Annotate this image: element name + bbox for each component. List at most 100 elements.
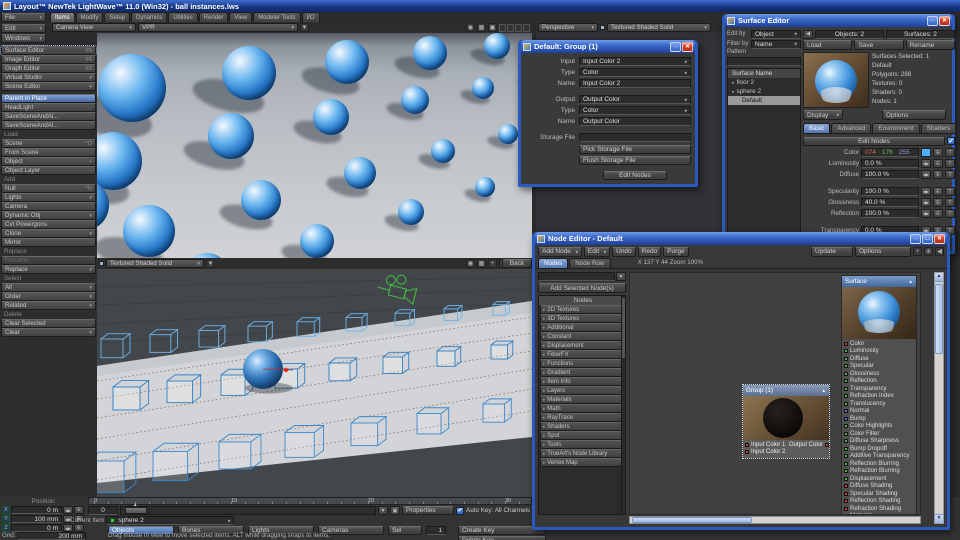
node-category-item[interactable]: Vertex Map	[540, 458, 624, 467]
node-output-connector[interactable]: Output Color	[787, 441, 829, 449]
surface-channel-connector[interactable]: Color	[842, 340, 916, 348]
surface-channel-connector[interactable]: Reflection Shading	[842, 498, 916, 506]
load-button[interactable]: Load	[803, 40, 852, 50]
minimize-icon[interactable]	[910, 234, 921, 244]
sidebar-item[interactable]: Clear Selected	[1, 319, 96, 328]
texture-button[interactable]: T	[945, 209, 955, 218]
pan-icon[interactable]: +	[488, 259, 497, 268]
preset-dropdown[interactable]	[538, 272, 615, 281]
surface-channel-connector[interactable]: Displacement	[842, 475, 916, 483]
surface-list-item[interactable]: Default	[728, 96, 800, 105]
texture-button[interactable]: T	[945, 148, 955, 157]
surface-channel-connector[interactable]: Normal	[842, 408, 916, 416]
sidebar-item[interactable]: Order	[1, 292, 96, 301]
group-node[interactable]: Group (1) ▲ Input Color 1 Input Col	[743, 385, 829, 458]
surface-node-titlebar[interactable]: Surface ▲	[842, 276, 916, 287]
node-category-item[interactable]: RayTrace	[540, 413, 624, 422]
property-value[interactable]: 100.0 %	[861, 187, 919, 196]
axis-value-field[interactable]: 0 m	[11, 524, 62, 532]
view-type-dropdown[interactable]: Camera View	[52, 23, 136, 32]
properties-button[interactable]: Properties	[402, 506, 454, 515]
sidebar-item[interactable]: Camera	[1, 202, 96, 211]
envelope-button[interactable]: E	[933, 159, 943, 168]
sidebar-item[interactable]: Cvt Powergons	[1, 220, 96, 229]
mini-slider-icon[interactable]	[921, 159, 931, 168]
sidebar-item[interactable]: Null ^N	[1, 184, 96, 193]
layout-preset-icon[interactable]	[499, 24, 506, 32]
sidebar-item[interactable]: SaveSceneAndAl...	[1, 121, 96, 130]
camera-icon[interactable]: ◉	[466, 259, 475, 268]
collapse-left-icon[interactable]: ◀	[803, 30, 813, 39]
expand-timeline-icon[interactable]: ▣	[390, 506, 400, 515]
timeline-ruler[interactable]: 0102030	[88, 497, 532, 505]
surface-channel-connector[interactable]: Glossiness	[842, 370, 916, 378]
collapse-node-icon[interactable]: ▲	[909, 279, 913, 284]
sidebar-item[interactable]: Graph Editor F2	[1, 64, 96, 73]
zoom-icon[interactable]: ⊕	[924, 247, 933, 256]
timeline-slider[interactable]: ▲	[120, 506, 376, 515]
main-tab[interactable]: Setup	[104, 12, 130, 22]
surface-channel-connector[interactable]: Diffuse	[842, 355, 916, 363]
pan-icon[interactable]: +	[913, 247, 922, 256]
axis-value-field[interactable]: 100 mm	[11, 515, 62, 523]
node-category-item[interactable]: Gradient	[540, 368, 624, 377]
property-value[interactable]: 40.0 %	[861, 198, 919, 207]
timeline-slider-handle[interactable]	[125, 507, 147, 514]
toolbar-button[interactable]: Redo	[638, 247, 662, 257]
surface-channel-connector[interactable]: Translucency	[842, 400, 916, 408]
group-field-control[interactable]: Output Color	[579, 117, 691, 126]
texture-button[interactable]: T	[945, 187, 955, 196]
sidebar-item[interactable]: SaveSceneAndAl...	[1, 112, 96, 121]
main-tab[interactable]: Render	[199, 12, 229, 22]
texture-button[interactable]: T	[945, 170, 955, 179]
group-field-control[interactable]: Input Color 2	[579, 79, 691, 88]
render-mode-dropdown[interactable]: Textured Shaded Solid	[607, 23, 711, 32]
surface-channel-connector[interactable]: Transparency	[842, 385, 916, 393]
vertical-scrollbar[interactable]: ▲ ▼	[934, 272, 944, 524]
frame-field[interactable]: 0	[88, 506, 118, 515]
group-field-control[interactable]: Input Color 2	[579, 57, 691, 66]
surface-channel-connector[interactable]: Reflection	[842, 378, 916, 386]
options-button[interactable]: Options	[882, 110, 946, 120]
node-editor-titlebar[interactable]: Node Editor - Default	[535, 232, 947, 245]
edit-nodes-checkbox[interactable]	[947, 137, 955, 145]
color-swatch[interactable]	[921, 148, 931, 157]
texture-button[interactable]: T	[945, 198, 955, 207]
auto-key-checkbox[interactable]	[456, 507, 464, 515]
list-scrollbar[interactable]	[621, 296, 625, 514]
envelope-button[interactable]: E	[933, 148, 943, 157]
surface-channel-connector[interactable]: Refraction Index	[842, 393, 916, 401]
filter-by-dropdown[interactable]: Name	[751, 40, 801, 49]
collapse-node-icon[interactable]: ▲	[822, 388, 826, 393]
group-field-control[interactable]	[579, 133, 691, 142]
render-mode-dropdown[interactable]: VPR	[138, 23, 298, 32]
sidebar-item[interactable]: Image Editor F6	[1, 55, 96, 64]
flush-storage-file-button[interactable]: Flush Storage File	[579, 156, 691, 165]
surface-channel-connector[interactable]: Bump	[842, 415, 916, 423]
main-tab[interactable]: Utilities	[168, 12, 197, 22]
node-editor-tab[interactable]: Node Row	[569, 258, 610, 268]
node-category-item[interactable]: Shaders	[540, 422, 624, 431]
sidebar-item[interactable]: From Scene	[1, 148, 96, 157]
camera-wireframe-icon[interactable]	[376, 270, 419, 304]
mini-slider-icon[interactable]	[63, 506, 73, 514]
group-field-control[interactable]: Output Color	[579, 95, 691, 104]
sidebar-item[interactable]: Add	[1, 175, 96, 184]
main-tab[interactable]: I/O	[302, 12, 320, 22]
sidebar-item[interactable]: Surface Editor F5	[1, 46, 96, 55]
menu-button[interactable]: Edit	[1, 24, 46, 33]
sidebar-item[interactable]: Scene ^O	[1, 139, 96, 148]
mini-slider-icon[interactable]	[921, 187, 931, 196]
node-category-item[interactable]: Additional	[540, 323, 624, 332]
node-category-item[interactable]: Item Info	[540, 377, 624, 386]
group-window-titlebar[interactable]: Default: Group (1)	[521, 40, 695, 53]
property-value[interactable]: 100.0 %	[861, 209, 919, 218]
surface-editor-tab[interactable]: Shaders	[921, 123, 956, 133]
surface-channel-connector[interactable]: Material	[842, 513, 916, 516]
toolbar-button[interactable]: Add Node	[538, 247, 582, 257]
surface-channel-connector[interactable]: Reflection Blurring	[842, 460, 916, 468]
save-button[interactable]: Save	[854, 40, 903, 50]
toolbar-button[interactable]: Undo	[612, 247, 636, 257]
surface-channel-connector[interactable]: Specular Shading	[842, 490, 916, 498]
node-input-connector[interactable]: Input Color 1	[743, 441, 785, 449]
